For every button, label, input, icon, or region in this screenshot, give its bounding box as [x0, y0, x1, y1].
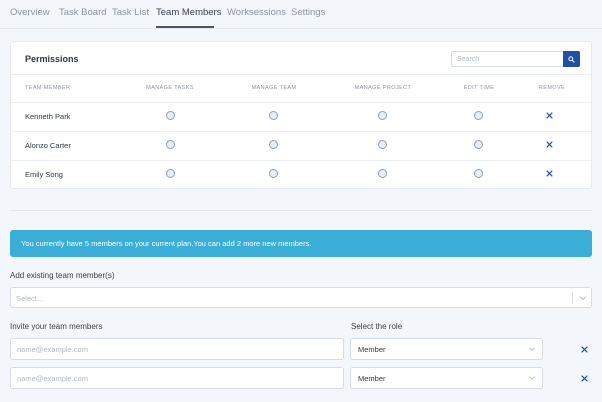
chevron-down-icon [529, 376, 535, 380]
role-select[interactable]: Member [350, 367, 543, 389]
manage-team-checkbox[interactable] [269, 169, 278, 178]
tab-bar: Overview Task Board Task List Team Membe… [0, 0, 602, 28]
permissions-card: Permissions TEAM MEMBER MANAGE TASKS MAN… [10, 41, 592, 189]
manage-tasks-checkbox[interactable] [166, 140, 175, 149]
remove-member-button[interactable] [543, 109, 555, 121]
manage-team-checkbox[interactable] [269, 140, 278, 149]
chevron-down-icon [579, 296, 587, 301]
column-header-manage-project: MANAGE PROJECT [354, 85, 412, 91]
edit-time-checkbox[interactable] [474, 111, 483, 120]
remove-member-button[interactable] [543, 138, 555, 150]
manage-project-checkbox[interactable] [378, 169, 387, 178]
column-header-team-member: TEAM MEMBER [25, 85, 71, 91]
select-separator [572, 292, 573, 304]
tabs-divider [0, 28, 602, 29]
row-divider [11, 131, 591, 132]
row-divider [11, 102, 591, 103]
add-existing-label: Add existing team member(s) [10, 271, 115, 280]
member-name: Alonzo Carter [25, 141, 71, 150]
search-button[interactable] [563, 51, 580, 67]
column-header-remove: REMOVE [538, 85, 566, 91]
member-name: Emily Song [25, 170, 63, 179]
invite-label: Invite your team members [10, 322, 103, 331]
close-icon [580, 345, 588, 353]
existing-member-select[interactable]: Select... [10, 287, 592, 308]
tab-overview[interactable]: Overview [10, 7, 50, 18]
plan-banner: You currently have 5 members on your cur… [10, 230, 592, 257]
column-header-manage-tasks: MANAGE TASKS [146, 85, 194, 91]
tab-team-members[interactable]: Team Members [156, 7, 221, 18]
manage-tasks-checkbox[interactable] [166, 169, 175, 178]
manage-tasks-checkbox[interactable] [166, 111, 175, 120]
column-header-edit-time: EDIT TIME [463, 85, 495, 91]
role-value: Member [358, 345, 386, 354]
close-icon [545, 111, 553, 119]
close-icon [545, 140, 553, 148]
tab-task-board[interactable]: Task Board [59, 7, 107, 18]
close-icon [580, 374, 588, 382]
edit-time-checkbox[interactable] [474, 169, 483, 178]
role-label: Select the role [351, 322, 403, 331]
email-field[interactable] [10, 338, 344, 360]
table-row: Kenneth Park [11, 102, 591, 131]
role-value: Member [358, 374, 386, 383]
tab-task-list[interactable]: Task List [112, 7, 149, 18]
remove-invite-button[interactable] [578, 372, 590, 384]
close-icon [545, 169, 553, 177]
permissions-title: Permissions [25, 54, 79, 64]
remove-member-button[interactable] [543, 167, 555, 179]
tab-settings[interactable]: Settings [291, 7, 325, 18]
email-field[interactable] [10, 367, 344, 389]
manage-project-checkbox[interactable] [378, 111, 387, 120]
role-select[interactable]: Member [350, 338, 543, 360]
search-icon [568, 55, 575, 63]
search-input[interactable] [451, 51, 563, 67]
table-row: Emily Song [11, 160, 591, 189]
edit-time-checkbox[interactable] [474, 140, 483, 149]
manage-team-checkbox[interactable] [269, 111, 278, 120]
row-divider [11, 160, 591, 161]
existing-member-placeholder: Select... [16, 294, 44, 303]
plan-banner-text: You currently have 5 members on your cur… [21, 239, 312, 248]
card-header-divider [11, 74, 591, 75]
member-name: Kenneth Park [25, 112, 71, 121]
table-row: Alonzo Carter [11, 131, 591, 160]
column-header-manage-team: MANAGE TEAM [251, 85, 297, 91]
chevron-down-icon [529, 347, 535, 351]
manage-project-checkbox[interactable] [378, 140, 387, 149]
section-divider [10, 210, 592, 211]
tab-worksessions[interactable]: Worksessions [227, 7, 286, 18]
remove-invite-button[interactable] [578, 343, 590, 355]
